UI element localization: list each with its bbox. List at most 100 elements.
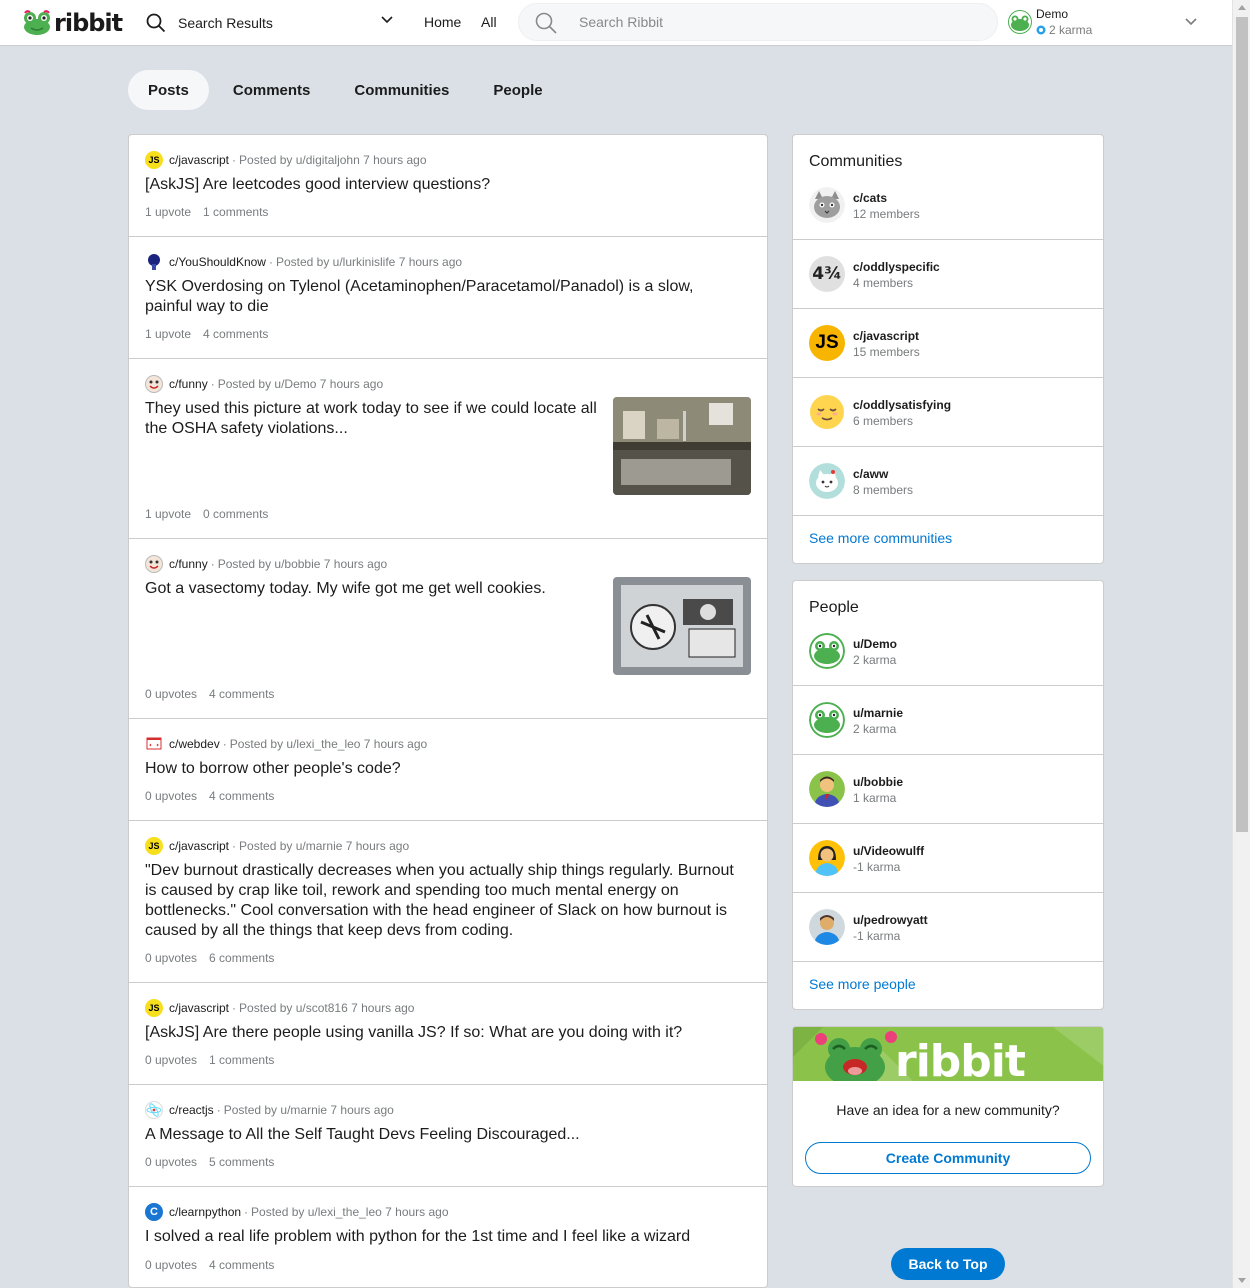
post-item[interactable]: c/funny · Posted by u/bobbie 7 hours ago… (129, 539, 767, 719)
post-title[interactable]: How to borrow other people's code? (145, 759, 751, 779)
community-item[interactable]: c/aww 8 members (793, 447, 1103, 516)
post-community[interactable]: c/YouShouldKnow (169, 255, 266, 269)
post-thumbnail[interactable] (613, 577, 751, 675)
post-votes: 0 upvotes (145, 1258, 198, 1272)
post-thumbnail[interactable] (613, 397, 751, 495)
post-title[interactable]: They used this picture at work today to … (145, 399, 597, 439)
post-comments[interactable]: 4 comments (203, 327, 268, 341)
user-menu[interactable]: Demo 2 karma (1006, 5, 1206, 41)
person-item[interactable]: u/Demo 2 karma (793, 625, 1103, 686)
tab-posts[interactable]: Posts (128, 70, 209, 110)
post-title[interactable]: I solved a real life problem with python… (145, 1227, 751, 1247)
post-comments[interactable]: 4 comments (209, 687, 274, 701)
post-item[interactable]: c/YouShouldKnow · Posted by u/lurkinisli… (129, 237, 767, 359)
search-bar[interactable] (518, 3, 998, 41)
meta-separator: · (268, 255, 273, 269)
community-item[interactable]: 4¾ c/oddlyspecific 4 members (793, 240, 1103, 309)
community-item[interactable]: JS c/javascript 15 members (793, 309, 1103, 378)
community-item[interactable]: c/oddlysatisfying 6 members (793, 378, 1103, 447)
post-comments[interactable]: 4 comments (209, 1258, 274, 1272)
post-list: JS c/javascript · Posted by u/digitaljoh… (128, 134, 768, 1288)
man-avatar-icon (809, 909, 845, 945)
person-item[interactable]: u/Videowulff -1 karma (793, 824, 1103, 893)
create-community-button[interactable]: Create Community (805, 1142, 1091, 1174)
post-item[interactable]: C c/learnpython · Posted by u/lexi_the_l… (129, 1187, 767, 1287)
person-name: u/Videowulff (853, 844, 925, 858)
tab-comments[interactable]: Comments (213, 70, 331, 110)
post-byline: Posted by u/Demo 7 hours ago (217, 377, 384, 391)
location-label: Search Results (178, 15, 273, 31)
karma-icon (1036, 25, 1046, 35)
person-item[interactable]: u/marnie 2 karma (793, 686, 1103, 755)
user-karma-value: 2 karma (1049, 23, 1093, 37)
person-karma: 2 karma (853, 722, 897, 736)
search-input[interactable] (579, 4, 979, 40)
community-name: c/javascript (853, 329, 920, 343)
post-comments[interactable]: 1 comments (209, 1053, 274, 1067)
post-comments[interactable]: 0 comments (203, 507, 268, 521)
post-item[interactable]: c/funny · Posted by u/Demo 7 hours ago T… (129, 359, 767, 539)
scroll-thumb[interactable] (1236, 17, 1248, 832)
scroll-up-arrow-icon[interactable] (1238, 5, 1246, 10)
back-to-top-button[interactable]: Back to Top (891, 1248, 1005, 1280)
communities-card: Communities c/cats 12 members 4¾ c/oddly… (792, 134, 1104, 564)
post-title[interactable]: A Message to All the Self Taught Devs Fe… (145, 1125, 751, 1145)
post-item[interactable]: c/webdev · Posted by u/lexi_the_leo 7 ho… (129, 719, 767, 821)
scroll-down-arrow-icon[interactable] (1238, 1278, 1246, 1283)
tab-people[interactable]: People (473, 70, 562, 110)
man-avatar-icon (809, 771, 845, 807)
post-comments[interactable]: 6 comments (209, 951, 274, 965)
aww-cat-avatar-icon (809, 463, 845, 499)
post-community[interactable]: c/javascript (169, 839, 229, 853)
post-item[interactable]: c/reactjs · Posted by u/marnie 7 hours a… (129, 1085, 767, 1187)
person-name: u/bobbie (853, 775, 903, 789)
post-comments[interactable]: 4 comments (209, 789, 274, 803)
community-name: c/aww (853, 467, 889, 481)
community-members: 8 members (853, 483, 914, 497)
post-community[interactable]: c/javascript (169, 153, 229, 167)
post-byline: Posted by u/lurkinislife 7 hours ago (275, 255, 463, 269)
community-members: 15 members (853, 345, 920, 359)
nav-home[interactable]: Home (424, 14, 461, 30)
post-community[interactable]: c/funny (169, 377, 208, 391)
post-item[interactable]: JS c/javascript · Posted by u/digitaljoh… (129, 135, 767, 237)
post-community[interactable]: c/webdev (169, 737, 220, 751)
post-meta: c/reactjs · Posted by u/marnie 7 hours a… (145, 1101, 751, 1119)
ribbit-logo[interactable]: ribbit (22, 8, 123, 38)
relieved-face-icon (809, 394, 845, 430)
post-title[interactable]: [AskJS] Are there people using vanilla J… (145, 1023, 751, 1043)
post-community[interactable]: c/learnpython (169, 1205, 241, 1219)
post-title[interactable]: [AskJS] Are leetcodes good interview que… (145, 175, 751, 195)
see-more-people-link[interactable]: See more people (793, 962, 1103, 1009)
person-karma: -1 karma (853, 860, 901, 874)
webdev-icon (145, 735, 163, 753)
user-avatar-icon (1008, 10, 1032, 34)
post-community[interactable]: c/funny (169, 557, 208, 571)
scrollbar[interactable] (1232, 0, 1250, 1288)
post-item[interactable]: JS c/javascript · Posted by u/scot816 7 … (129, 983, 767, 1085)
see-more-communities-link[interactable]: See more communities (793, 516, 1103, 563)
post-title[interactable]: "Dev burnout drastically decreases when … (145, 861, 745, 941)
community-members: 12 members (853, 207, 920, 221)
post-community[interactable]: c/javascript (169, 1001, 229, 1015)
react-icon (145, 1101, 163, 1119)
community-name: c/oddlyspecific (853, 260, 940, 274)
location-dropdown[interactable]: Search Results (146, 9, 394, 37)
person-item[interactable]: u/bobbie 1 karma (793, 755, 1103, 824)
user-karma: 2 karma (1036, 23, 1092, 37)
community-item[interactable]: c/cats 12 members (793, 179, 1103, 240)
post-comments[interactable]: 1 comments (203, 205, 268, 219)
js-icon: JS (145, 999, 163, 1017)
brain-icon (145, 253, 163, 271)
meta-separator: · (232, 839, 237, 853)
frog-logo-icon (24, 10, 50, 35)
tab-communities[interactable]: Communities (334, 70, 469, 110)
person-item[interactable]: u/pedrowyatt -1 karma (793, 893, 1103, 962)
post-title[interactable]: Got a vasectomy today. My wife got me ge… (145, 579, 597, 599)
post-community[interactable]: c/reactjs (169, 1103, 214, 1117)
post-comments[interactable]: 5 comments (209, 1155, 274, 1169)
nav-all[interactable]: All (481, 14, 497, 30)
post-stats: 1 upvote 0 comments (145, 507, 268, 521)
post-item[interactable]: JS c/javascript · Posted by u/marnie 7 h… (129, 821, 767, 983)
post-title[interactable]: YSK Overdosing on Tylenol (Acetaminophen… (145, 277, 725, 317)
